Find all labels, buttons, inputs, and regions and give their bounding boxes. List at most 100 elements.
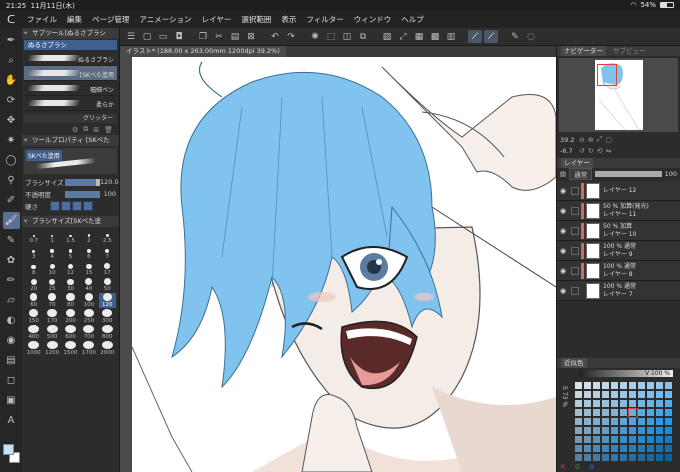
fill-bucket-icon[interactable]: ◉ <box>3 332 20 349</box>
brush-size-option[interactable]: 25 <box>43 277 60 292</box>
airbrush-icon[interactable]: ✎ <box>3 232 20 249</box>
menu-view[interactable]: 表示 <box>276 14 301 25</box>
menu-edit[interactable]: 編集 <box>62 14 87 25</box>
brush-size-option[interactable]: 50 <box>99 277 116 292</box>
duplicate-icon[interactable]: ⧉ <box>83 125 88 134</box>
layer-row[interactable]: ◉ 100 % 通常 レイヤー 7 <box>557 281 680 301</box>
color-cell[interactable] <box>647 427 655 435</box>
color-cell[interactable] <box>593 391 601 399</box>
menu-window[interactable]: ウィンドウ <box>349 14 397 25</box>
color-cell[interactable] <box>602 400 610 408</box>
lock-toggle[interactable] <box>571 266 579 275</box>
figure-icon[interactable]: ◻ <box>3 372 20 389</box>
color-cell[interactable] <box>602 454 610 462</box>
layer-row[interactable]: ◉ 100 % 通常 レイヤー 9 <box>557 241 680 261</box>
color-cell[interactable] <box>665 391 673 399</box>
brush-size-option[interactable]: 0.7 <box>25 229 42 244</box>
color-cell[interactable] <box>629 445 637 453</box>
color-cell[interactable] <box>647 418 655 426</box>
color-cell[interactable] <box>593 418 601 426</box>
brush-size-slider[interactable] <box>65 178 100 186</box>
color-cell[interactable] <box>638 382 646 390</box>
brush-size-option[interactable]: 30 <box>62 277 79 292</box>
undo-icon[interactable]: ↶ <box>268 30 282 43</box>
rotate-right-icon[interactable]: ↻ <box>588 147 594 155</box>
color-cell[interactable] <box>611 418 619 426</box>
color-cell[interactable] <box>647 445 655 453</box>
brush-size-option[interactable]: 80 <box>62 293 79 308</box>
color-cell[interactable] <box>638 436 646 444</box>
brush-size-option[interactable]: 70 <box>43 293 60 308</box>
layer-row[interactable]: ◉ レイヤー 12 <box>557 181 680 201</box>
color-cell[interactable] <box>665 454 673 462</box>
eye-icon[interactable]: ◉ <box>557 247 569 255</box>
layer-row[interactable]: ◉ 100 % 通常 レイヤー 8 <box>557 261 680 281</box>
decoration-icon[interactable]: ✿ <box>3 252 20 269</box>
similar-color-grid[interactable] <box>575 382 675 462</box>
color-cell[interactable] <box>593 382 601 390</box>
color-cell[interactable] <box>665 445 673 453</box>
layer-settings-icon[interactable]: ▤ <box>560 170 566 178</box>
brush-size-option[interactable]: 170 <box>43 309 60 324</box>
deselect-icon[interactable]: ⬚ <box>324 30 338 43</box>
color-cell[interactable] <box>611 427 619 435</box>
lock-toggle[interactable] <box>571 246 579 255</box>
brush-size-option[interactable]: 1200 <box>43 341 60 356</box>
pen-nib-icon[interactable]: ✒ <box>3 32 20 49</box>
color-cell[interactable] <box>602 436 610 444</box>
color-cell[interactable] <box>638 391 646 399</box>
color-cell[interactable] <box>656 427 664 435</box>
brush-size-option[interactable]: 12 <box>62 261 79 276</box>
color-cell[interactable] <box>620 436 628 444</box>
color-cell[interactable] <box>602 382 610 390</box>
eye-icon[interactable]: ◉ <box>557 267 569 275</box>
eye-icon[interactable]: ◉ <box>557 187 569 195</box>
brush-size-option[interactable]: 1700 <box>80 341 97 356</box>
zoom-out-icon[interactable]: ⊖ <box>579 136 585 144</box>
new-subtool-icon[interactable]: ⊞ <box>93 126 99 134</box>
brush-size-option[interactable]: 40 <box>80 277 97 292</box>
color-cell[interactable] <box>584 382 592 390</box>
color-cell[interactable] <box>656 400 664 408</box>
color-cell[interactable] <box>665 400 673 408</box>
color-cell[interactable] <box>593 400 601 408</box>
color-cell[interactable] <box>575 418 583 426</box>
menu-layer[interactable]: レイヤー <box>197 14 237 25</box>
stroke-snap-icon[interactable]: ⟋ <box>484 30 498 43</box>
color-cell[interactable] <box>629 418 637 426</box>
color-cell[interactable] <box>629 391 637 399</box>
color-cell[interactable] <box>593 436 601 444</box>
tab-similar-colors[interactable]: 近似色 <box>561 358 587 368</box>
brush-size-option[interactable]: 1500 <box>62 341 79 356</box>
color-cell[interactable] <box>656 391 664 399</box>
color-cell[interactable] <box>629 436 637 444</box>
foreground-color-swatch[interactable] <box>3 444 14 455</box>
brush-size-option[interactable]: 4 <box>43 245 60 260</box>
subtool-tab[interactable]: ぬるさブラシ <box>24 40 117 50</box>
color-cell[interactable] <box>584 400 592 408</box>
menu-help[interactable]: ヘルプ <box>396 14 429 25</box>
fit-icon[interactable]: ⤢ <box>597 135 603 144</box>
rotation-value[interactable]: -6.7 <box>560 147 576 155</box>
flip-icon[interactable]: ⇋ <box>606 147 612 155</box>
app-logo-icon[interactable]: ᑕ <box>0 13 22 26</box>
brush-size-option[interactable]: 5 <box>62 245 79 260</box>
color-cell[interactable] <box>656 445 664 453</box>
opacity-slider[interactable] <box>65 190 100 198</box>
trash-icon[interactable]: 🗑 <box>104 126 113 134</box>
color-cell[interactable] <box>647 436 655 444</box>
color-cell[interactable] <box>575 445 583 453</box>
color-cell[interactable] <box>593 427 601 435</box>
color-cell[interactable] <box>620 454 628 462</box>
menu-filter[interactable]: フィルター <box>301 14 348 25</box>
brush-size-option[interactable]: 120 <box>98 293 116 308</box>
menu-animation[interactable]: アニメーション <box>134 14 196 25</box>
menu-selection[interactable]: 選択範囲 <box>236 14 276 25</box>
zoom-in-icon[interactable]: ⊕ <box>588 136 594 144</box>
reset-rotation-icon[interactable]: ⟲ <box>597 147 603 155</box>
brush-size-option[interactable]: 60 <box>25 293 42 308</box>
color-cell[interactable] <box>593 409 601 417</box>
subtool-item[interactable]: 幅細ペン <box>24 81 117 96</box>
hardness-row[interactable]: 硬さ <box>22 200 119 212</box>
color-cell[interactable] <box>575 409 583 417</box>
